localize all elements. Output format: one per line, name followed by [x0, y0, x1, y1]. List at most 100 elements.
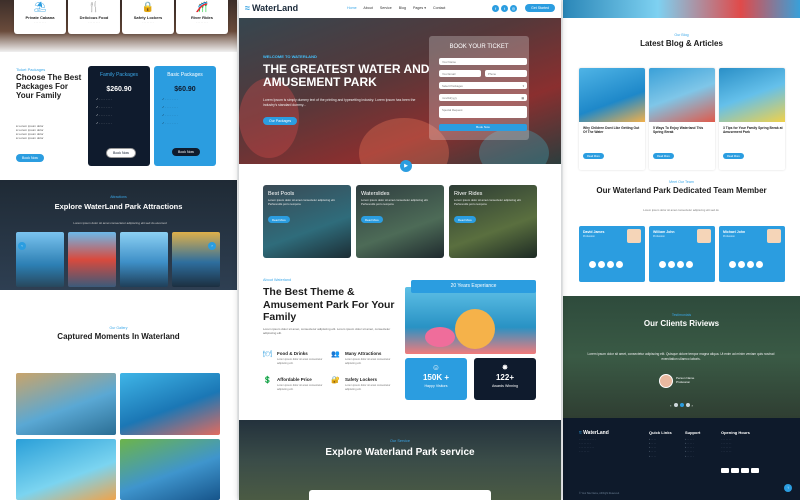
- package-line: ✓ · · · · · · · ·: [162, 97, 179, 101]
- attraction-image[interactable]: [16, 232, 64, 287]
- locker-icon: 🔐: [331, 377, 340, 384]
- blog-post[interactable]: 5 Ways To Enjoy Waterland This Spring Br…: [649, 68, 715, 170]
- about-eyebrow: About Waterland: [263, 278, 292, 282]
- card-icon: [741, 468, 749, 473]
- feature-card-cabana[interactable]: ⛱ Private Cabana · · · · · · · ·: [14, 0, 66, 34]
- basic-package-card[interactable]: Basic Packages $60.90 ✓ · · · · · · · · …: [154, 66, 216, 166]
- member-role: Profession: [653, 235, 665, 238]
- nav-about[interactable]: About: [363, 6, 372, 10]
- booking-form: BOOK YOUR TICKET Your Name Your Email Ph…: [429, 36, 529, 140]
- gallery-image[interactable]: [16, 373, 116, 435]
- carousel-dot[interactable]: [685, 403, 690, 407]
- gallery-image[interactable]: [120, 373, 220, 435]
- about-image: [405, 287, 536, 354]
- team-member-card[interactable]: David James Profession: [579, 226, 645, 282]
- family-package-card[interactable]: Family Packages $260.90 ✓ · · · · · · · …: [88, 66, 150, 166]
- facebook-icon[interactable]: [729, 261, 736, 268]
- basic-book-button[interactable]: Book Now: [172, 148, 200, 156]
- explore-card[interactable]: [309, 490, 491, 500]
- read-more-button[interactable]: Read More: [454, 216, 476, 223]
- nav-contact[interactable]: Contact: [433, 6, 445, 10]
- date-field[interactable]: mm/dd/yyyy ▦: [439, 94, 527, 101]
- facebook-icon[interactable]: f: [492, 5, 499, 12]
- facebook-icon[interactable]: [589, 261, 596, 268]
- name-field[interactable]: Your Name: [439, 58, 527, 65]
- food-icon: 🍽: [263, 351, 272, 358]
- service-desc: Lorem ipsum dolor sit amet consectetur a…: [361, 198, 429, 206]
- feature-label: River Rides: [190, 15, 213, 20]
- family-book-button[interactable]: Book Now: [106, 148, 136, 158]
- carousel-dot[interactable]: [673, 403, 678, 407]
- attraction-image[interactable]: [120, 232, 168, 287]
- footer-brand[interactable]: ≈ WaterLand: [579, 430, 609, 436]
- team-member-card[interactable]: William John Profession: [649, 226, 715, 282]
- social-icons: [659, 255, 695, 273]
- feature-card-rides[interactable]: 🎢 River Rides · · · · · · · ·: [176, 0, 228, 34]
- instagram-icon[interactable]: [677, 261, 684, 268]
- carousel-dot-active[interactable]: [679, 403, 684, 407]
- read-more-button[interactable]: Read More: [723, 153, 744, 159]
- about-image-detail: [425, 327, 455, 347]
- blog-post[interactable]: Why Children Dont Like Getting Out Of Th…: [579, 68, 645, 170]
- instagram-icon[interactable]: [747, 261, 754, 268]
- email-field[interactable]: Your Email: [439, 70, 481, 77]
- service-card-river-rides[interactable]: River Rides Lorem ipsum dolor sit amet c…: [449, 185, 537, 258]
- instagram-icon[interactable]: ◎: [510, 5, 517, 12]
- nav-blog[interactable]: Blog: [399, 6, 406, 10]
- feature-card-lockers[interactable]: 🔒 Safety Lockers · · · · · · · ·: [122, 0, 174, 34]
- brand-logo[interactable]: ≈ WaterLand: [245, 3, 298, 13]
- facebook-icon[interactable]: [659, 261, 666, 268]
- get-started-button[interactable]: Get Started: [525, 4, 555, 12]
- cabana-icon: ⛱: [33, 2, 47, 13]
- twitter-icon[interactable]: t: [501, 5, 508, 12]
- phone-field[interactable]: Phone: [485, 70, 527, 77]
- book-now-button[interactable]: Book Now: [439, 124, 527, 131]
- nav-service[interactable]: Service: [380, 6, 392, 10]
- request-field[interactable]: Special Request: [439, 106, 527, 118]
- blog-title: Latest Blog & Articles: [640, 39, 723, 48]
- footer-links[interactable]: › · · · · › · · · · › · · · · › · · · · › · …: [649, 438, 656, 459]
- footer-brand-name: WaterLand: [583, 430, 609, 436]
- footer-links[interactable]: › · · · · · › · · · · · › · · · · · › · · ·…: [685, 438, 694, 459]
- service-desc: Lorem ipsum dolor sit amet consectetur a…: [268, 198, 336, 206]
- experience-badge: 20 Years Experiance: [411, 280, 536, 293]
- instagram-icon[interactable]: [607, 261, 614, 268]
- packages-book-button[interactable]: Book Now: [16, 154, 44, 162]
- linkedin-icon[interactable]: [756, 261, 763, 268]
- play-icon[interactable]: ▶: [400, 160, 412, 172]
- food-icon: 🍴: [87, 2, 101, 13]
- nav-pages[interactable]: Pages ▾: [413, 6, 426, 10]
- social-icons: [589, 255, 625, 273]
- read-more-button[interactable]: Read More: [653, 153, 674, 159]
- attraction-image[interactable]: [68, 232, 116, 287]
- read-more-button[interactable]: Read More: [583, 153, 604, 159]
- team-member-card[interactable]: Michael John Profession: [719, 226, 785, 282]
- linkedin-icon[interactable]: [616, 261, 623, 268]
- linkedin-icon[interactable]: [686, 261, 693, 268]
- stat-label: Awards Winning: [492, 384, 518, 388]
- package-select[interactable]: Select Packages ▾: [439, 82, 527, 89]
- prev-arrow-icon[interactable]: ‹: [670, 403, 671, 408]
- blog-post[interactable]: 3 Tips for Your Family Spring Break at A…: [719, 68, 785, 170]
- twitter-icon[interactable]: [738, 261, 745, 268]
- service-card-pools[interactable]: Best Pools Lorem ipsum dolor sit amet co…: [263, 185, 351, 258]
- feature-label: Delicious Food: [79, 15, 109, 20]
- gallery-image[interactable]: [120, 439, 220, 500]
- read-more-button[interactable]: Read More: [361, 216, 383, 223]
- attraction-image[interactable]: [172, 232, 220, 287]
- read-more-button[interactable]: Read More: [268, 216, 290, 223]
- attraction-icon: 👥: [331, 351, 340, 358]
- about-feature-desc: Lorem ipsum dolor sit amet consectetur a…: [345, 358, 391, 365]
- our-packages-button[interactable]: Our Packages: [263, 117, 298, 125]
- next-arrow-icon[interactable]: ›: [692, 403, 693, 408]
- feature-card-food[interactable]: 🍴 Delicious Food · · · · · · · ·: [68, 0, 120, 34]
- nav-home[interactable]: Home: [347, 6, 357, 10]
- service-card-waterslides[interactable]: Waterslides Lorem ipsum dolor sit amet c…: [356, 185, 444, 258]
- footer: ≈ WaterLand · · · · · · · · · · · · · · ·…: [563, 418, 800, 500]
- twitter-icon[interactable]: [598, 261, 605, 268]
- gallery-image[interactable]: [16, 439, 116, 500]
- next-arrow-icon[interactable]: ›: [208, 242, 216, 250]
- back-to-top-icon[interactable]: ↑: [784, 484, 792, 492]
- prev-arrow-icon[interactable]: ‹: [18, 242, 26, 250]
- twitter-icon[interactable]: [668, 261, 675, 268]
